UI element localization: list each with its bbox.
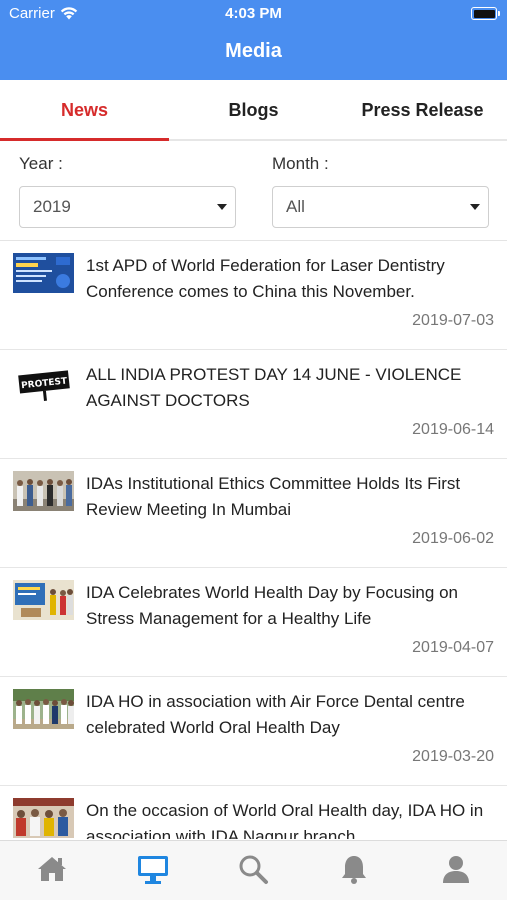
filter-panel: Year : 2019 Month : All	[0, 141, 507, 241]
month-select-value: All	[286, 197, 305, 216]
news-date: 2019-04-07	[412, 639, 494, 656]
header-bar: Carrier 4:03 PM Media	[0, 0, 507, 80]
news-title: On the occasion of World Oral Health day…	[86, 801, 484, 839]
news-thumbnail-crowd	[13, 798, 74, 838]
news-item[interactable]: IDA Celebrates World Health Day by Focus…	[0, 568, 507, 677]
month-label: Month :	[272, 154, 329, 173]
news-thumbnail-outdoor-group	[13, 689, 74, 729]
home-icon[interactable]	[35, 852, 69, 886]
year-select-value: 2019	[33, 197, 71, 216]
news-date: 2019-06-02	[412, 530, 494, 547]
news-item[interactable]: On the occasion of World Oral Health day…	[0, 786, 507, 839]
news-date: 2019-03-20	[412, 748, 494, 765]
month-select[interactable]: All	[272, 186, 489, 228]
news-item[interactable]: IDA HO in association with Air Force Den…	[0, 677, 507, 786]
year-label: Year :	[19, 154, 63, 173]
status-time: 4:03 PM	[225, 5, 282, 22]
news-title: 1st APD of World Federation for Laser De…	[86, 256, 445, 301]
tab-press-release[interactable]: Press Release	[338, 80, 507, 139]
year-select[interactable]: 2019	[19, 186, 236, 228]
chevron-down-icon	[217, 204, 227, 210]
tab-news[interactable]: News	[0, 80, 169, 141]
news-thumbnail-event	[13, 580, 74, 620]
news-item[interactable]: IDAs Institutional Ethics Committee Hold…	[0, 459, 507, 568]
status-bar: Carrier 4:03 PM	[0, 0, 507, 28]
page-title: Media	[225, 40, 282, 62]
news-title: ALL INDIA PROTEST DAY 14 JUNE - VIOLENCE…	[86, 365, 462, 410]
search-icon[interactable]	[236, 852, 270, 886]
tab-blogs[interactable]: Blogs	[169, 80, 338, 139]
news-title: IDAs Institutional Ethics Committee Hold…	[86, 474, 461, 519]
news-thumbnail-protest: PROTEST	[13, 362, 74, 402]
bell-icon[interactable]	[337, 852, 371, 886]
bottom-nav	[0, 840, 507, 900]
tab-bar: News Blogs Press Release	[0, 80, 507, 141]
news-thumbnail-conference	[13, 253, 74, 293]
news-thumbnail-group	[13, 471, 74, 511]
news-date: 2019-07-03	[412, 312, 494, 329]
news-item[interactable]: 1st APD of World Federation for Laser De…	[0, 241, 507, 350]
news-title: IDA HO in association with Air Force Den…	[86, 692, 465, 737]
news-item[interactable]: PROTEST ALL INDIA PROTEST DAY 14 JUNE - …	[0, 350, 507, 459]
profile-icon[interactable]	[439, 852, 473, 886]
chevron-down-icon	[470, 204, 480, 210]
news-list: 1st APD of World Federation for Laser De…	[0, 241, 507, 839]
media-monitor-icon[interactable]	[136, 852, 170, 886]
battery-icon	[471, 7, 500, 20]
news-title: IDA Celebrates World Health Day by Focus…	[86, 583, 458, 628]
news-date: 2019-06-14	[412, 421, 494, 438]
